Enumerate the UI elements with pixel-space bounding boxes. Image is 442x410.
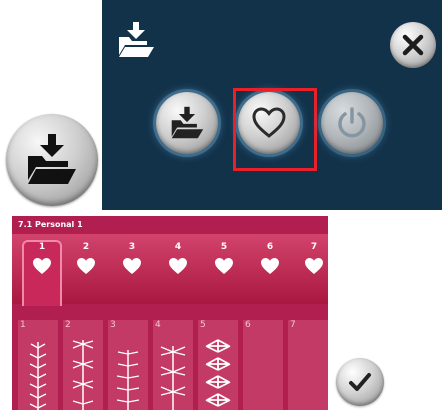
load-folder-button-large[interactable] [6, 114, 98, 206]
tab-personal-1[interactable]: 1 [22, 240, 62, 306]
stitch-column-4[interactable]: 4 [153, 320, 193, 410]
tab-number: 3 [128, 242, 136, 252]
stitch-pattern-icon [29, 342, 47, 410]
tab-personal-4[interactable]: 4 [160, 242, 196, 294]
tab-personal-6[interactable]: 6 [252, 242, 288, 294]
heart-icon [261, 258, 279, 274]
load-dialog [102, 0, 442, 210]
load-file-button[interactable] [156, 92, 218, 154]
panel-title: 7.1 Personal 1 [18, 220, 83, 229]
column-number: 2 [65, 320, 71, 330]
power-icon [338, 107, 366, 138]
column-number: 7 [290, 320, 296, 330]
close-button[interactable] [390, 22, 436, 68]
tab-number: 6 [266, 242, 274, 252]
load-folder-icon [119, 22, 154, 57]
tab-personal-5[interactable]: 5 [206, 242, 242, 294]
stitch-column-6[interactable]: 6 [243, 320, 283, 410]
tab-personal-2[interactable]: 2 [68, 242, 104, 294]
confirm-button[interactable] [336, 358, 384, 406]
load-folder-icon [28, 134, 76, 184]
heart-icon [305, 258, 323, 274]
column-number: 5 [200, 320, 206, 330]
selection-highlight [233, 88, 317, 171]
personal-tab-bar: 1 2 3 4 5 6 7 [12, 234, 328, 306]
load-folder-icon [171, 106, 204, 139]
heart-icon [123, 258, 141, 274]
heart-icon [169, 258, 187, 274]
stitch-pattern-icon [72, 340, 94, 410]
heart-icon [33, 258, 51, 274]
personal-menu-panel: 7.1 Personal 1 1 2 3 4 5 6 7 1 2 3 4 5 6… [12, 216, 328, 410]
tab-number: 7 [310, 242, 318, 252]
tab-number: 5 [220, 242, 228, 252]
column-number: 6 [245, 320, 251, 330]
stitch-column-1[interactable]: 1 [18, 320, 58, 410]
column-number: 3 [110, 320, 116, 330]
tab-personal-3[interactable]: 3 [114, 242, 150, 294]
stitch-column-3[interactable]: 3 [108, 320, 148, 410]
stitch-column-area: 1 2 3 4 5 6 7 [12, 312, 328, 410]
tab-number: 2 [82, 242, 90, 252]
stitch-column-2[interactable]: 2 [63, 320, 103, 410]
stitch-column-5[interactable]: 5 [198, 320, 238, 410]
stitch-pattern-icon [160, 346, 186, 410]
close-icon [402, 34, 424, 56]
heart-icon [215, 258, 233, 274]
column-number: 1 [20, 320, 26, 330]
power-button[interactable] [321, 92, 383, 154]
heart-icon [77, 258, 95, 274]
stitch-column-7[interactable]: 7 [288, 320, 328, 410]
tab-personal-7[interactable]: 7 [296, 242, 328, 294]
stitch-pattern-icon [205, 339, 231, 407]
tab-number: 1 [38, 242, 46, 252]
tab-number: 4 [174, 242, 182, 252]
checkmark-icon [349, 373, 371, 391]
stitch-pattern-icon [116, 350, 140, 410]
column-number: 4 [155, 320, 161, 330]
